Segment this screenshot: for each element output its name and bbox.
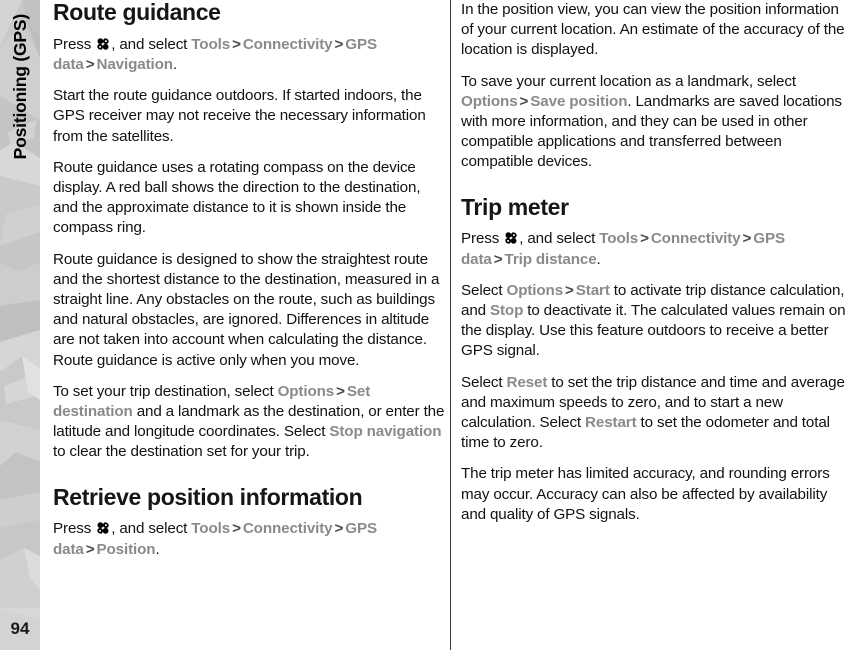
press-label: Press [461, 230, 500, 248]
path-separator: > [232, 520, 241, 538]
ui-term-reset: Reset [506, 373, 548, 391]
text-part: Select [461, 373, 503, 391]
ui-term-options: Options [461, 92, 518, 110]
column-divider [450, 0, 451, 650]
press-label: Press [53, 520, 92, 538]
path-separator: > [334, 35, 344, 53]
path-terminator: . [596, 250, 601, 268]
ui-term-connectivity: Connectivity [242, 35, 333, 53]
paragraph-rotating-compass: Route guidance uses a rotating compass o… [53, 158, 421, 237]
chapter-sidebar: Positioning (GPS) 94 [0, 0, 40, 650]
menu-path-position: Press , and select Tools > Connectivity > GP… [53, 519, 445, 559]
text-part: Select [461, 281, 503, 299]
heading-trip-meter: Trip meter [461, 193, 569, 220]
page-number: 94 [0, 608, 40, 650]
ui-term-stop: Stop [489, 301, 524, 319]
ui-term-position: Position [96, 540, 156, 558]
ui-term-options: Options [277, 382, 335, 400]
paragraph-limited-accuracy: The trip meter has limited accuracy, and… [461, 465, 830, 523]
ui-term-tools: Tools [191, 35, 231, 53]
menu-key-icon [504, 231, 518, 245]
path-separator: > [336, 382, 345, 400]
page-content: Route guidance Press , and select Tools >… [40, 0, 861, 650]
and-select-label: , and select [519, 230, 596, 248]
path-separator: > [493, 250, 503, 268]
menu-key-icon [96, 521, 110, 535]
heading-retrieve-position-information: Retrieve position information [53, 483, 363, 510]
ui-term-navigation: Navigation [96, 55, 174, 73]
paragraph-save-position: To save your current location as a landm… [461, 72, 853, 173]
text-part: To set your trip destination, select [53, 382, 274, 400]
ui-term-options: Options [506, 281, 564, 299]
paragraph-position-view: In the position view, you can view the p… [461, 1, 845, 59]
path-separator: > [742, 230, 752, 248]
ui-term-stop-navigation: Stop navigation [329, 423, 442, 441]
path-separator: > [519, 92, 529, 110]
chapter-title: Positioning (GPS) [9, 14, 30, 160]
paragraph-start-stop: Select Options > Start to activate trip di… [461, 281, 853, 362]
menu-path-trip-distance: Press , and select Tools > Connectivity > GP… [461, 229, 853, 269]
ui-term-trip-distance: Trip distance [504, 250, 597, 268]
path-terminator: . [172, 55, 178, 73]
path-separator: > [85, 540, 95, 558]
ui-term-tools: Tools [191, 520, 231, 538]
ui-term-restart: Restart [585, 414, 637, 431]
ui-term-save-position: Save position [530, 92, 628, 110]
and-select-label: , and select [111, 35, 188, 53]
right-column: In the position view, you can view the p… [461, 0, 853, 650]
ui-term-start: Start [575, 281, 610, 299]
paragraph-set-destination: To set your trip destination, select Opt… [53, 382, 445, 463]
path-separator: > [565, 281, 574, 299]
menu-key-icon [96, 37, 110, 51]
ui-term-connectivity: Connectivity [650, 230, 741, 248]
ui-term-connectivity: Connectivity [242, 520, 333, 538]
manual-page: Positioning (GPS) 94 Route guidance Pres… [0, 0, 861, 650]
path-separator: > [640, 230, 649, 248]
paragraph-straightest-route: Route guidance is designed to show the s… [53, 250, 440, 369]
path-separator: > [334, 520, 344, 538]
path-separator: > [85, 55, 95, 73]
and-select-label: , and select [111, 520, 188, 538]
heading-route-guidance: Route guidance [53, 0, 221, 25]
text-part: to clear the destination set for your tr… [53, 443, 310, 461]
paragraph-start-outdoors: Start the route guidance outdoors. If st… [53, 87, 426, 145]
path-terminator: . [155, 540, 160, 558]
menu-path-navigation: Press , and select Tools > Connectivity > GP… [53, 35, 445, 75]
path-separator: > [232, 35, 241, 53]
ui-term-tools: Tools [599, 230, 639, 248]
paragraph-reset-restart: Select Reset to set the trip distance an… [461, 373, 853, 454]
text-part: To save your current location as a landm… [461, 72, 796, 90]
press-label: Press [53, 35, 92, 53]
left-column: Route guidance Press , and select Tools >… [53, 0, 445, 650]
